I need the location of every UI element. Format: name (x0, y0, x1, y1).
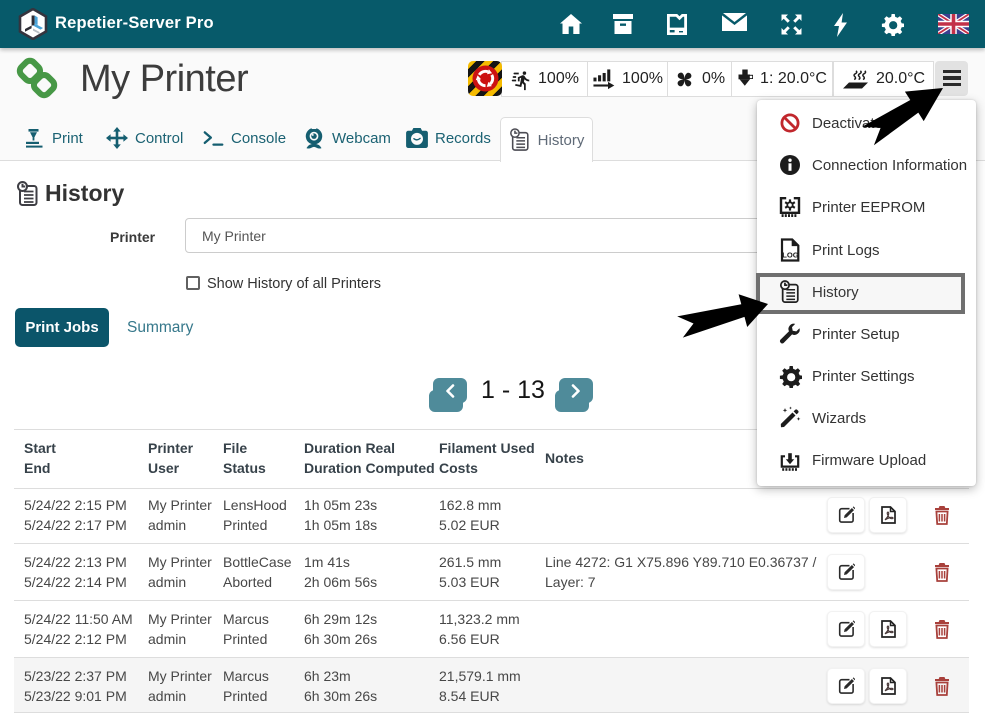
svg-text:LOG: LOG (782, 251, 799, 260)
